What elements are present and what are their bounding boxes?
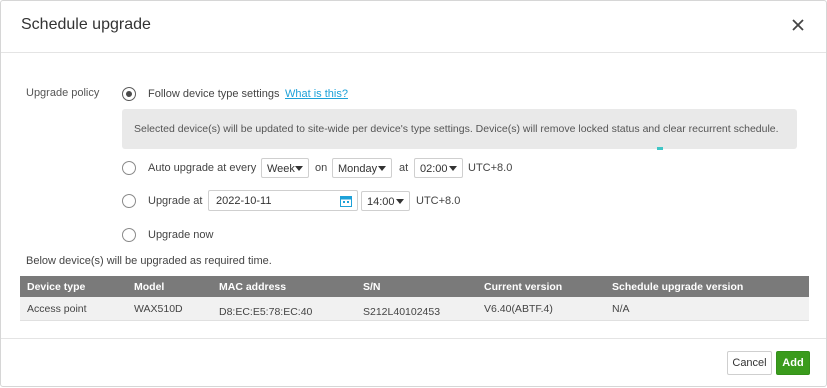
upgrade-time-value: 14:00 (367, 196, 395, 208)
auto-time-select[interactable]: 02:00 (414, 158, 463, 178)
cancel-button[interactable]: Cancel (727, 351, 772, 375)
schedule-upgrade-dialog: Schedule upgrade Upgrade policy Follow d… (0, 0, 827, 387)
chevron-down-icon (295, 166, 303, 171)
col-sn: S/N (363, 281, 381, 293)
chevron-down-icon (449, 166, 457, 171)
day-value: Monday (338, 163, 378, 175)
col-model: Model (134, 281, 165, 293)
dialog-footer: Cancel Add (1, 338, 826, 388)
cell-mac-address: D8:EC:E5:78:EC:40 (219, 306, 313, 318)
what-is-this-link[interactable]: What is this? (285, 88, 348, 100)
device-table-header: Device type Model MAC address S/N Curren… (20, 276, 809, 297)
cell-model: WAX510D (134, 303, 183, 315)
chevron-down-icon (378, 166, 386, 171)
col-mac-address: MAC address (219, 281, 287, 293)
radio-auto-upgrade[interactable] (122, 161, 136, 175)
cell-current-version: V6.40(ABTF.4) (484, 303, 553, 315)
follow-device-type-label: Follow device type settings (148, 88, 280, 100)
policy-info-text: Selected device(s) will be updated to si… (134, 123, 779, 135)
frequency-value: Week (267, 163, 295, 175)
cell-device-type: Access point (27, 303, 87, 315)
scroll-indicator (657, 147, 663, 150)
upgrade-policy-label: Upgrade policy (26, 87, 100, 99)
radio-follow-device-type[interactable] (122, 87, 136, 101)
policy-info-box: Selected device(s) will be updated to si… (122, 109, 797, 149)
upgrade-now-label: Upgrade now (148, 229, 214, 241)
col-current-version: Current version (484, 281, 563, 293)
calendar-icon[interactable] (340, 195, 352, 207)
dialog-title: Schedule upgrade (21, 16, 151, 33)
upgrade-date-value: 2022-10-11 (216, 195, 272, 207)
col-schedule-version: Schedule upgrade version (612, 281, 744, 293)
at-label: at (399, 162, 409, 174)
radio-upgrade-at[interactable] (122, 194, 136, 208)
auto-time-value: 02:00 (420, 163, 448, 175)
on-label: on (315, 162, 328, 174)
devices-note: Below device(s) will be upgraded as requ… (26, 255, 272, 267)
col-device-type: Device type (27, 281, 86, 293)
add-button[interactable]: Add (776, 351, 810, 375)
frequency-select[interactable]: Week (261, 158, 309, 178)
upgrade-at-timezone: UTC+8.0 (416, 195, 461, 207)
day-select[interactable]: Monday (332, 158, 392, 178)
chevron-down-icon (396, 199, 404, 204)
auto-timezone: UTC+8.0 (468, 162, 513, 174)
dialog-header: Schedule upgrade (1, 1, 826, 53)
close-icon[interactable] (788, 15, 808, 35)
cell-schedule-version: N/A (612, 303, 630, 315)
upgrade-time-select[interactable]: 14:00 (361, 191, 410, 211)
upgrade-date-input[interactable]: 2022-10-11 (208, 190, 358, 211)
table-row[interactable]: Access point WAX510D D8:EC:E5:78:EC:40 S… (20, 297, 809, 321)
auto-upgrade-label: Auto upgrade at every (148, 162, 257, 174)
cell-sn: S212L40102453 (363, 306, 441, 318)
radio-upgrade-now[interactable] (122, 228, 136, 242)
upgrade-at-label: Upgrade at (148, 195, 203, 207)
